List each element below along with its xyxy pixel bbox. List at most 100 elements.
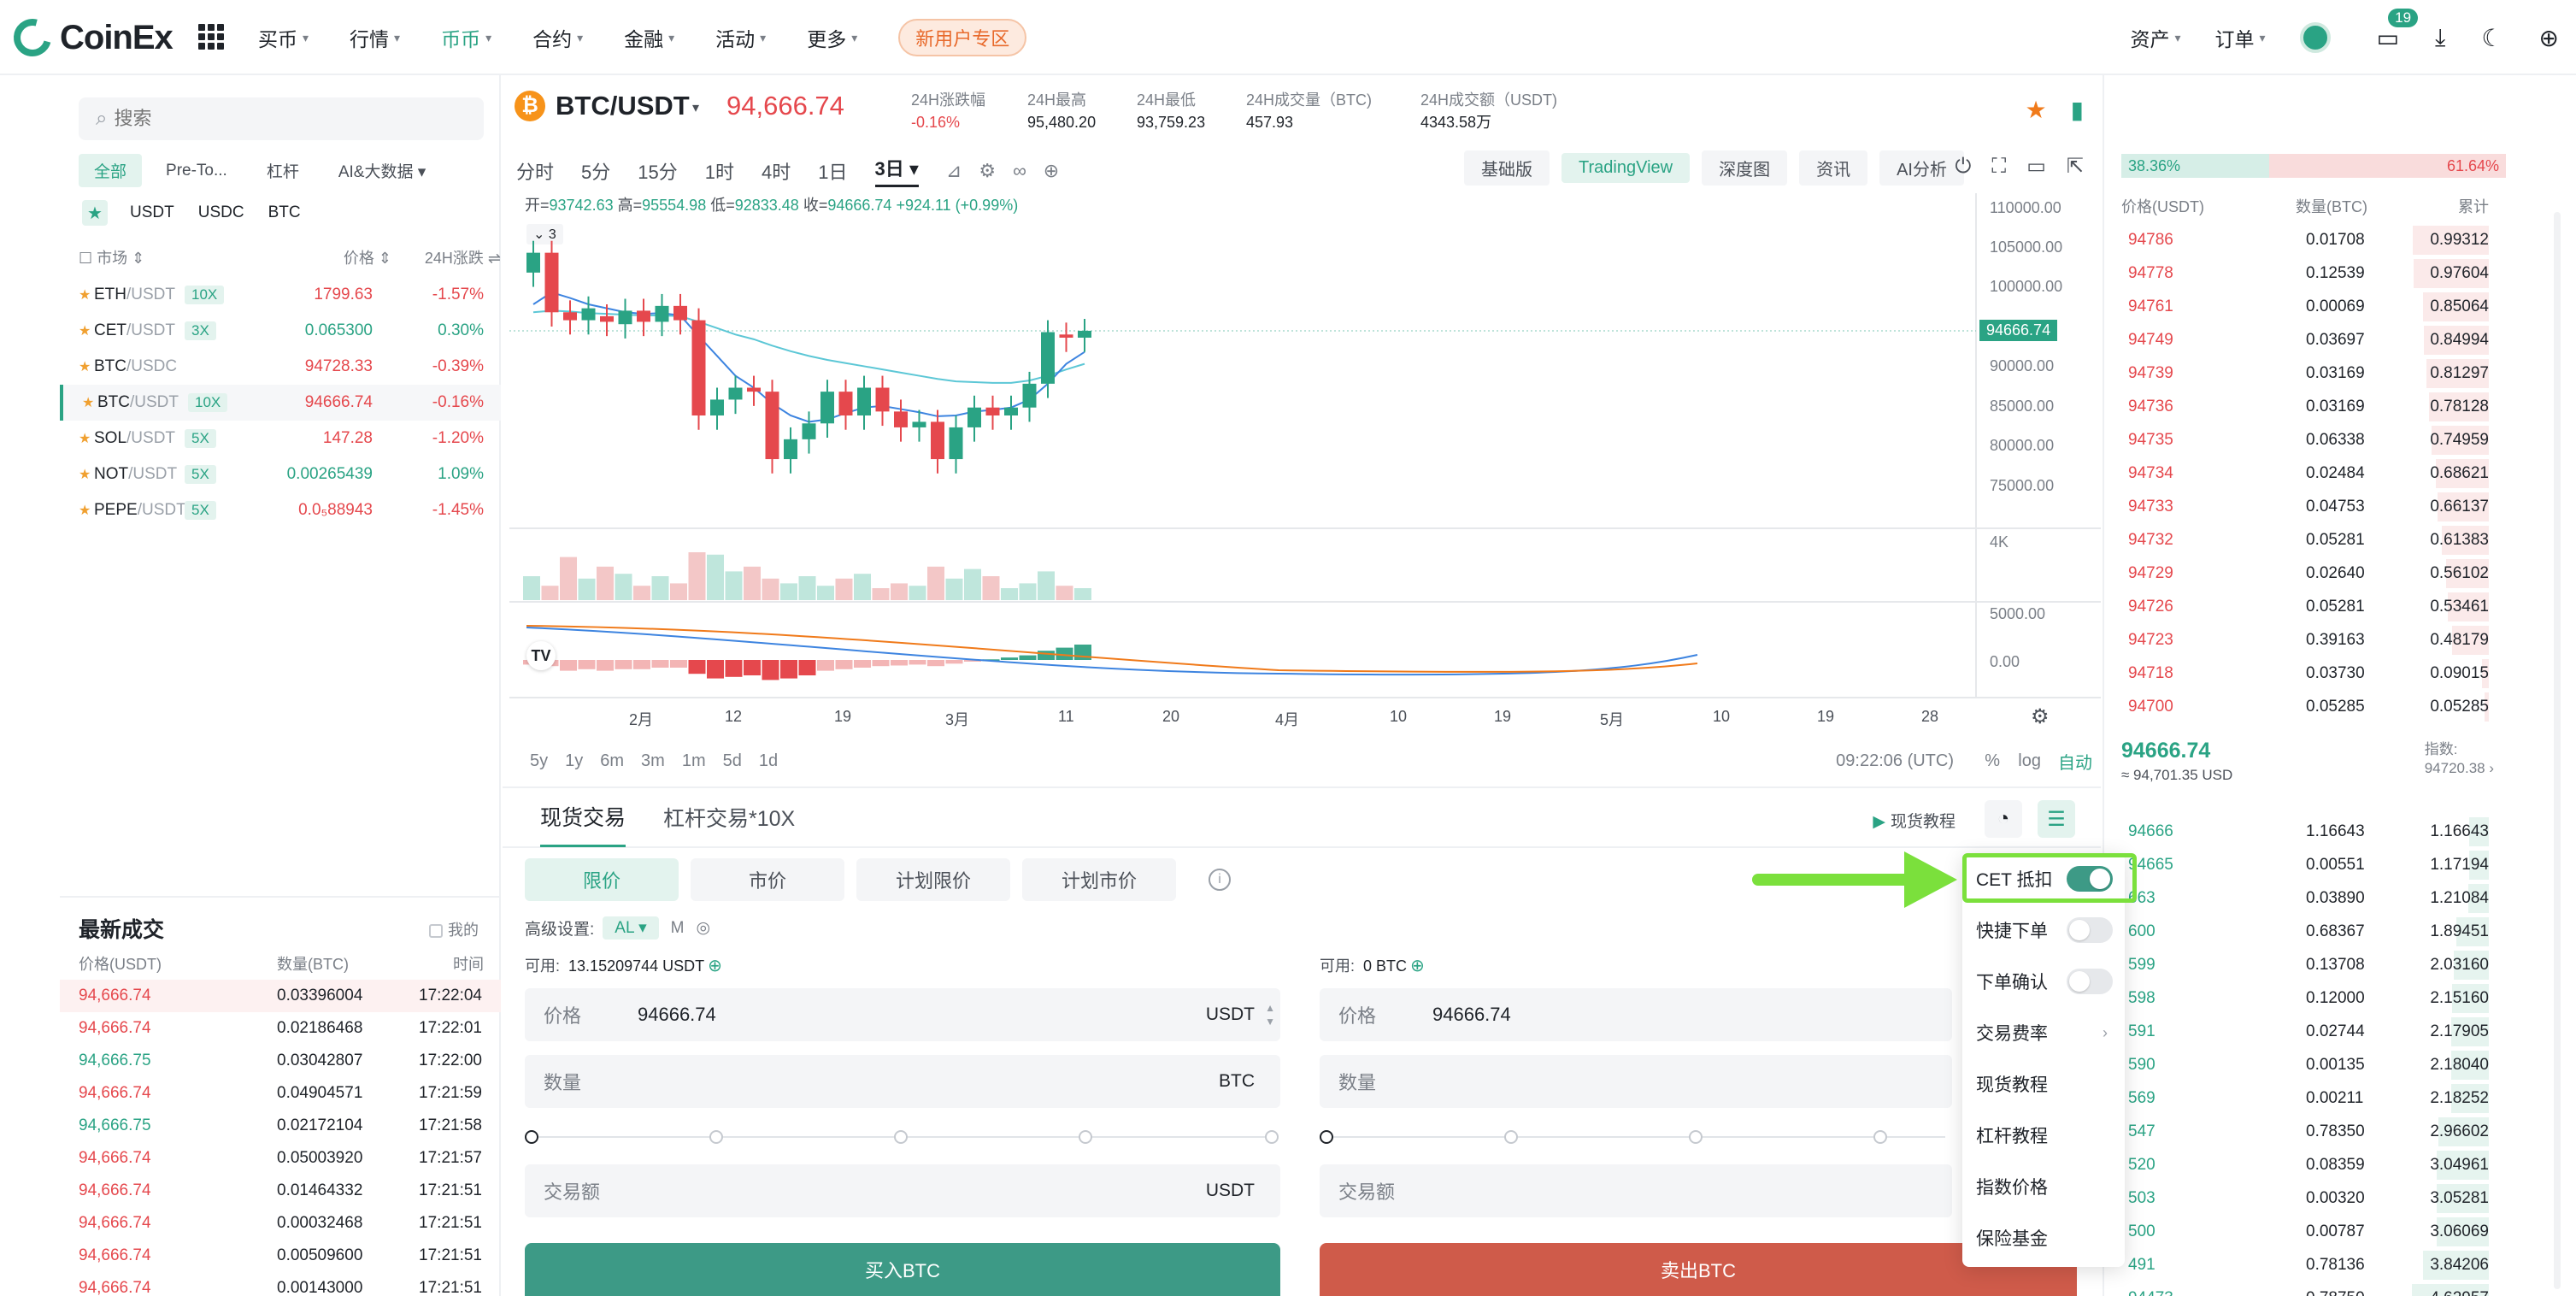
quick-order-toggle[interactable] [2067, 917, 2113, 943]
quote-tab-usdc[interactable]: USDC [198, 203, 244, 222]
ask-row[interactable]: 94735 0.06338 0.74959 [2121, 424, 2489, 457]
bid-row[interactable]: 94665 0.00551 1.17194 [2121, 849, 2489, 881]
bid-row[interactable]: 500 0.00787 3.06069 [2121, 1216, 2489, 1248]
eye-icon[interactable]: ◎ [696, 918, 710, 938]
add-icon[interactable]: ⊕ [1044, 160, 1059, 182]
market-row[interactable]: ★ BTC/USDC 94728.33 -0.39% [60, 349, 501, 385]
ask-row[interactable]: 94733 0.04753 0.66137 [2121, 491, 2489, 523]
deposit-plus-icon[interactable]: ⊕ [708, 957, 722, 975]
menu-fee-rate[interactable]: 交易费率 › [1976, 1016, 2121, 1050]
nav-spot[interactable]: 币币 ▾ [441, 0, 491, 75]
scale-auto[interactable]: 自动 [2058, 749, 2092, 774]
bid-row[interactable]: 599 0.13708 2.03160 [2121, 949, 2489, 981]
bid-row[interactable]: 590 0.00135 2.18040 [2121, 1049, 2489, 1081]
tradingview-logo-icon[interactable]: TV [526, 641, 556, 670]
tab-spot-trading[interactable]: 现货交易 [540, 787, 626, 847]
info-icon[interactable]: i [1209, 869, 1231, 891]
range-1y[interactable]: 1y [565, 751, 583, 771]
ask-row[interactable]: 94718 0.03730 0.09015 [2121, 657, 2489, 690]
filter-tab-margin[interactable]: 杠杆 [251, 154, 315, 187]
favorites-star-icon[interactable]: ★ [82, 200, 108, 226]
advanced-mode-select[interactable]: AL ▾ [603, 916, 659, 940]
favorite-star-icon[interactable]: ★ [79, 466, 94, 483]
menu-spot-tutorial[interactable]: 现货教程 [1976, 1067, 2121, 1101]
apps-grid-icon[interactable] [198, 24, 224, 50]
quote-tab-usdt[interactable]: USDT [130, 203, 174, 222]
buy-amount-field[interactable]: 交易额 USDT [525, 1164, 1280, 1217]
order-type-stop-limit[interactable]: 计划限价 [856, 858, 1010, 901]
nav-futures[interactable]: 合约 ▾ [532, 0, 583, 75]
buy-price-field[interactable]: 价格 94666.74 USDT ▲ ▼ [525, 988, 1280, 1041]
col-market[interactable]: ☐ 市场 ⇕ [79, 246, 144, 268]
market-row[interactable]: ★ BTC/USDT 10X 94666.74 -0.16% [60, 385, 501, 421]
scale-percent[interactable]: % [1985, 751, 2000, 771]
deposit-plus-icon[interactable]: ⊕ [1410, 957, 1425, 975]
sell-qty-field[interactable]: 数量 [1320, 1055, 1952, 1108]
index-price[interactable]: 指数: 94720.38 › [2425, 740, 2494, 778]
buy-qty-field[interactable]: 数量 BTC [525, 1055, 1280, 1108]
nav-buy-crypto[interactable]: 买币 ▾ [258, 0, 309, 75]
ask-row[interactable]: 94739 0.03169 0.81297 [2121, 357, 2489, 390]
tab-margin-trading[interactable]: 杠杆交易*10X [663, 787, 795, 847]
bid-row[interactable]: 94666 1.16643 1.16643 [2121, 816, 2489, 848]
range-6m[interactable]: 6m [600, 751, 624, 771]
ask-row[interactable]: 94734 0.02484 0.68621 [2121, 457, 2489, 490]
timeframe-5m[interactable]: 5分 [581, 157, 610, 185]
favorite-star-icon[interactable]: ★ [79, 286, 94, 303]
order-confirm-toggle[interactable] [2067, 969, 2113, 994]
chart-type-icon[interactable]: ⊿ [946, 160, 962, 182]
bid-row[interactable]: 547 0.78350 2.96602 [2121, 1116, 2489, 1148]
market-row[interactable]: ★ NOT/USDT 5X 0.00265439 1.09% [60, 457, 501, 492]
search-input[interactable] [114, 108, 456, 130]
view-news[interactable]: 资讯 [1799, 150, 1868, 186]
price-chart[interactable]: 开=93742.63 高=95554.98 低=92833.48 收=94666… [509, 193, 2101, 740]
layout-icon[interactable]: ▭ [2026, 154, 2046, 179]
bid-row[interactable]: 520 0.08359 3.04961 [2121, 1149, 2489, 1181]
market-row[interactable]: ★ CET/USDT 3X 0.065300 0.30% [60, 313, 501, 349]
ask-row[interactable]: 94723 0.39163 0.48179 [2121, 624, 2489, 657]
nav-more[interactable]: 更多 ▾ [807, 0, 857, 75]
ask-row[interactable]: 94732 0.05281 0.61383 [2121, 524, 2489, 557]
sell-percent-slider[interactable] [1320, 1128, 1952, 1146]
settings-icon[interactable]: ⚙ [979, 160, 996, 182]
dark-mode-icon[interactable]: ☾ [2481, 24, 2502, 52]
nav-orders[interactable]: 订单 ▾ [2215, 0, 2266, 75]
range-1d[interactable]: 1d [759, 751, 778, 771]
favorite-star-icon[interactable]: ★ [79, 322, 94, 339]
indicators-icon[interactable]: ∞ [1013, 160, 1026, 182]
range-3m[interactable]: 3m [641, 751, 665, 771]
favorite-star-icon[interactable]: ★ [79, 502, 94, 519]
power-icon[interactable]: ⏻ [1955, 155, 1971, 179]
nav-markets[interactable]: 行情 ▾ [350, 0, 400, 75]
notebook-icon[interactable]: ▮ [2071, 96, 2084, 124]
messages-icon[interactable]: ▭ 19 [2377, 8, 2419, 52]
bid-row[interactable]: 598 0.12000 2.15160 [2121, 982, 2489, 1015]
col-price[interactable]: 价格 ⇕ [344, 246, 391, 268]
filter-tab-pre-token[interactable]: Pre-To... [150, 156, 243, 186]
nav-activities[interactable]: 活动 ▾ [715, 0, 766, 75]
timeframe-1h[interactable]: 1时 [705, 157, 734, 185]
chevron-down-icon[interactable]: ▾ [692, 99, 699, 116]
spot-tutorial-link[interactable]: ▶ 现货教程 [1873, 809, 1956, 832]
fullscreen-icon[interactable]: ⛶ [1991, 155, 2006, 179]
timeframe-1d[interactable]: 1日 [818, 157, 847, 185]
quote-tab-btc[interactable]: BTC [268, 203, 301, 222]
favorite-star-icon[interactable]: ★ [79, 358, 94, 375]
globe-icon[interactable]: ⊕ [2539, 24, 2559, 52]
ask-row[interactable]: 94761 0.00069 0.85064 [2121, 291, 2489, 323]
filter-tab-ai[interactable]: AI&大数据 ▾ [323, 154, 441, 187]
buy-percent-slider[interactable] [525, 1128, 1280, 1146]
download-icon[interactable]: ⤓ [2435, 24, 2445, 52]
col-change[interactable]: 24H涨跌 ⇌ [425, 246, 501, 268]
advanced-m-toggle[interactable]: M [671, 919, 685, 938]
range-1m[interactable]: 1m [682, 751, 706, 771]
favorite-star-icon[interactable]: ★ [82, 394, 97, 411]
range-5y[interactable]: 5y [530, 751, 548, 771]
scale-log[interactable]: log [2018, 751, 2041, 771]
logo[interactable]: CoinEx [6, 11, 173, 64]
market-row[interactable]: ★ SOL/USDT 5X 147.28 -1.20% [60, 421, 501, 457]
menu-insurance-fund[interactable]: 保险基金 [1976, 1221, 2121, 1255]
menu-quick-order[interactable]: 快捷下单 [1976, 913, 2121, 947]
price-stepper[interactable]: ▲ ▼ [1265, 1001, 1275, 1028]
timeframe-4h[interactable]: 4时 [762, 157, 791, 185]
